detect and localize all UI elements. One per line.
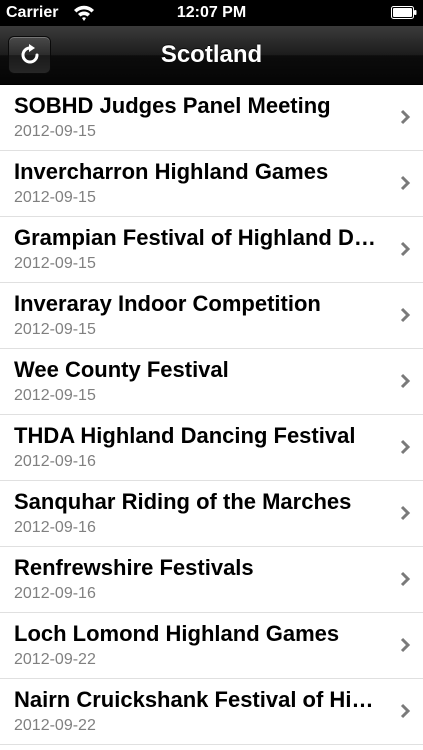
event-title: Renfrewshire Festivals [14,555,254,580]
event-date: 2012-09-22 [14,717,96,734]
status-bar: Carrier 12:07 PM [0,0,423,26]
event-date: 2012-09-15 [14,123,96,140]
event-row[interactable]: Renfrewshire Festivals 2012-09-16 [0,547,423,613]
event-row[interactable]: Loch Lomond Highland Games 2012-09-22 [0,613,423,679]
chevron-right-icon [400,505,411,521]
event-title: Grampian Festival of Highland Dancing [14,225,382,250]
event-row[interactable]: Inveraray Indoor Competition 2012-09-15 [0,283,423,349]
event-list: SOBHD Judges Panel Meeting 2012-09-15 In… [0,85,423,745]
event-title: Wee County Festival [14,357,229,382]
event-row[interactable]: Invercharron Highland Games 2012-09-15 [0,151,423,217]
event-row[interactable]: Grampian Festival of Highland Dancing 20… [0,217,423,283]
chevron-right-icon [400,571,411,587]
event-title: Inveraray Indoor Competition [14,291,321,316]
event-date: 2012-09-16 [14,519,96,536]
event-title: Sanquhar Riding of the Marches [14,489,352,514]
chevron-right-icon [400,373,411,389]
event-date: 2012-09-15 [14,189,96,206]
battery-icon [391,6,417,19]
event-row[interactable]: SOBHD Judges Panel Meeting 2012-09-15 [0,85,423,151]
event-date: 2012-09-22 [14,651,96,668]
event-title: SOBHD Judges Panel Meeting [14,93,331,118]
chevron-right-icon [400,307,411,323]
event-date: 2012-09-16 [14,585,96,602]
page-title: Scotland [160,41,263,68]
event-row[interactable]: Nairn Cruickshank Festival of Highland D… [0,679,423,745]
refresh-button[interactable] [8,36,51,74]
refresh-icon [21,44,38,64]
event-date: 2012-09-15 [14,387,96,404]
chevron-right-icon [400,439,411,455]
event-date: 2012-09-16 [14,453,96,470]
event-title: Invercharron Highland Games [14,159,329,184]
navigation-bar: Scotland [0,26,423,85]
event-title: Nairn Cruickshank Festival of Highland D… [14,687,382,712]
event-row[interactable]: THDA Highland Dancing Festival 2012-09-1… [0,415,423,481]
event-title: THDA Highland Dancing Festival [14,423,356,448]
event-row[interactable]: Sanquhar Riding of the Marches 2012-09-1… [0,481,423,547]
status-time: 12:07 PM [176,4,247,21]
chevron-right-icon [400,109,411,125]
app-screen: Carrier 12:07 PM Scotland SOBHD Judges P… [0,0,423,750]
chevron-right-icon [400,703,411,719]
event-date: 2012-09-15 [14,255,96,272]
chevron-right-icon [400,637,411,653]
event-title: Loch Lomond Highland Games [14,621,340,646]
chevron-right-icon [400,175,411,191]
event-row[interactable]: Wee County Festival 2012-09-15 [0,349,423,415]
event-date: 2012-09-15 [14,321,96,338]
chevron-right-icon [400,241,411,257]
